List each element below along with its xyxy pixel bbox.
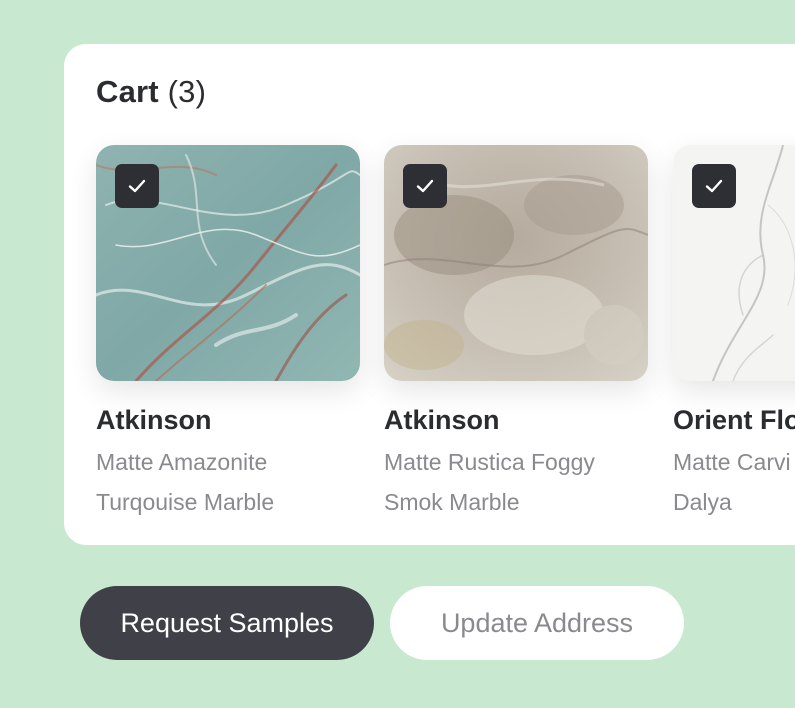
- item-select-checkbox[interactable]: [403, 164, 447, 208]
- item-select-checkbox[interactable]: [115, 164, 159, 208]
- check-icon: [128, 179, 146, 193]
- cart-item[interactable]: Atkinson Matte Amazonite Turqouise Marbl…: [96, 145, 360, 522]
- item-description: Matte Rustica Foggy Smok Marble: [384, 442, 648, 522]
- product-swatch-image[interactable]: [384, 145, 648, 381]
- check-icon: [705, 179, 723, 193]
- item-description-line-1: Matte Carvi: [673, 449, 791, 475]
- cart-title-label: Cart: [96, 74, 159, 109]
- product-swatch-image[interactable]: [673, 145, 795, 381]
- item-description-line-2: Smok Marble: [384, 489, 520, 515]
- cart-item-count: (3): [167, 74, 207, 109]
- cart-item[interactable]: Orient Flo Matte Carvi Dalya: [673, 145, 795, 522]
- item-description-line-1: Matte Rustica Foggy: [384, 449, 595, 475]
- item-description: Matte Carvi Dalya: [673, 442, 795, 522]
- item-description-line-1: Matte Amazonite: [96, 449, 268, 475]
- item-name: Atkinson: [96, 405, 212, 435]
- product-swatch-image[interactable]: [96, 145, 360, 381]
- request-samples-button[interactable]: Request Samples: [80, 586, 374, 660]
- item-name: Atkinson: [384, 405, 500, 435]
- item-select-checkbox[interactable]: [692, 164, 736, 208]
- item-description-line-2: Turqouise Marble: [96, 489, 275, 515]
- cart-item[interactable]: Atkinson Matte Rustica Foggy Smok Marble: [384, 145, 648, 522]
- cart-panel: Cart (3) Atkinson Matte Amazonite Turqou…: [64, 44, 795, 545]
- cart-title: Cart (3): [96, 74, 206, 110]
- check-icon: [416, 179, 434, 193]
- update-address-button[interactable]: Update Address: [390, 586, 684, 660]
- item-description-line-2: Dalya: [673, 489, 732, 515]
- item-description: Matte Amazonite Turqouise Marble: [96, 442, 360, 522]
- item-name: Orient Flo: [673, 405, 795, 435]
